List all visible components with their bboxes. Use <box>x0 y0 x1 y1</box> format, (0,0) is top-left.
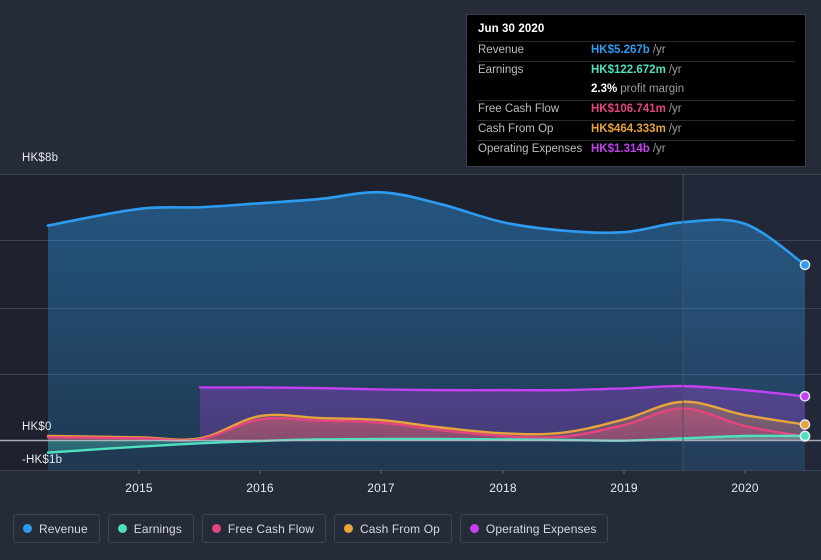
tooltip-metric-label: Free Cash Flow <box>478 103 560 115</box>
x-axis-tick-label: 2017 <box>367 481 395 495</box>
tooltip-row: Revenue HK$5.267b/yr <box>477 41 795 61</box>
tooltip-metric-label: Cash From Op <box>478 123 554 135</box>
legend-item-free-cash-flow[interactable]: Free Cash Flow <box>201 514 327 543</box>
tooltip-profit-margin-value: 2.3% <box>591 83 618 95</box>
financial-performance-chart: HK$8b HK$0 -HK$1b 2015 2016 2017 2018 2019 2020… <box>0 0 821 560</box>
tooltip-metric-unit: /yr <box>668 103 682 115</box>
x-axis-tick-label: 2016 <box>246 481 274 495</box>
legend-color-dot-icon <box>117 524 127 533</box>
legend-item-revenue[interactable]: Revenue <box>13 514 100 543</box>
tooltip-metric-label: Revenue <box>478 44 525 56</box>
tooltip-metric-unit: /yr <box>652 143 666 155</box>
tooltip-profit-margin-row: 2.3% profit margin <box>477 81 795 100</box>
tooltip-rows: Revenue HK$5.267b/yr Earnings HK$122.672m/y… <box>477 41 795 160</box>
legend-label: Operating Expenses <box>485 521 597 536</box>
tooltip-row: Cash From Op HK$464.333m/yr <box>477 120 795 140</box>
tooltip-date: Jun 30 2020 <box>478 23 545 35</box>
x-axis-tick-label: 2015 <box>125 481 153 495</box>
legend-item-operating-expenses[interactable]: Operating Expenses <box>459 514 609 543</box>
chart-legend[interactable]: Revenue Earnings Free Cash Flow Cash From O… <box>13 514 609 543</box>
tooltip-row: Operating Expenses HK$1.314b/yr <box>477 140 795 160</box>
tooltip-row: Free Cash Flow HK$106.741m/yr <box>477 100 795 120</box>
tooltip-metric-value: HK$122.672m <box>591 64 666 76</box>
tooltip-profit-margin-label: profit margin <box>620 83 685 95</box>
data-point-tooltip: Jun 30 2020 Revenue HK$5.267b/yr Earnings H… <box>466 14 806 167</box>
tooltip-metric-unit: /yr <box>668 64 682 76</box>
tooltip-row: Earnings HK$122.672m/yr <box>477 61 795 81</box>
tooltip-metric-value: HK$106.741m <box>591 103 666 115</box>
legend-item-earnings[interactable]: Earnings <box>107 514 194 543</box>
legend-item-cash-from-op[interactable]: Cash From Op <box>334 514 452 543</box>
tooltip-metric-unit: /yr <box>668 123 682 135</box>
legend-color-dot-icon <box>469 524 479 533</box>
x-axis-tick-label: 2018 <box>489 481 517 495</box>
legend-color-dot-icon <box>23 524 32 533</box>
tooltip-metric-value: HK$5.267b <box>591 44 650 56</box>
legend-label: Earnings <box>133 521 182 536</box>
tooltip-spacer <box>478 83 591 95</box>
legend-label: Free Cash Flow <box>227 521 315 536</box>
legend-label: Revenue <box>39 521 88 536</box>
x-axis-tick-label: 2019 <box>610 481 638 495</box>
tooltip-metric-unit: /yr <box>652 44 666 56</box>
x-axis-tick-label: 2020 <box>731 481 759 495</box>
tooltip-metric-value: HK$464.333m <box>591 123 666 135</box>
tooltip-metric-label: Earnings <box>478 64 524 76</box>
tooltip-metric-value: HK$1.314b <box>591 143 650 155</box>
legend-label: Cash From Op <box>360 521 440 536</box>
legend-color-dot-icon <box>211 524 221 533</box>
legend-color-dot-icon <box>344 524 354 533</box>
tooltip-metric-label: Operating Expenses <box>478 143 583 155</box>
